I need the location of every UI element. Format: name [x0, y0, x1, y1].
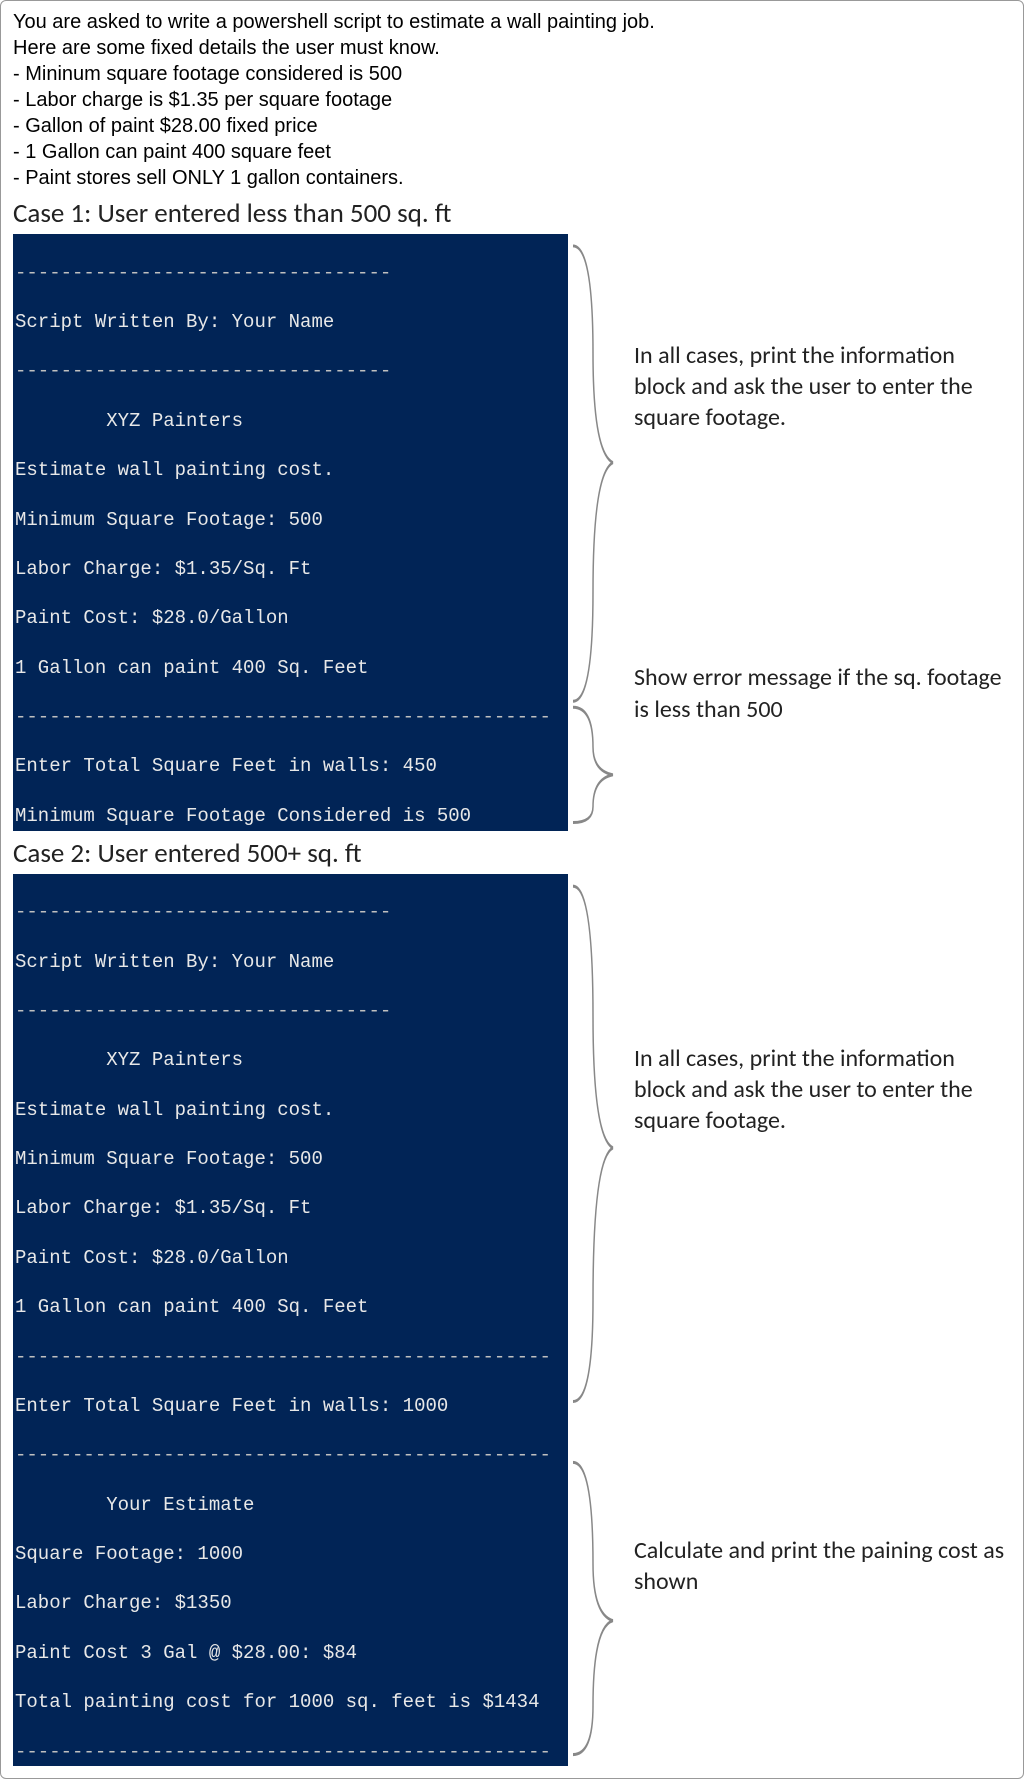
- case2-row: --------------------------------- Script…: [13, 874, 1011, 1767]
- brace-icon: [568, 874, 628, 1767]
- terminal-line: Labor Charge: $1350: [15, 1591, 564, 1616]
- annotation-text: Calculate and print the paining cost as …: [634, 1535, 1011, 1597]
- terminal-line: ---------------------------------: [15, 359, 564, 384]
- case2-annotations: In all cases, print the information bloc…: [628, 874, 1011, 1767]
- case1-row: --------------------------------- Script…: [13, 234, 1011, 831]
- terminal-line: ----------------------------------------…: [15, 1443, 564, 1468]
- intro-block: You are asked to write a powershell scri…: [13, 9, 1011, 191]
- case1-terminal: --------------------------------- Script…: [13, 234, 568, 831]
- intro-line: You are asked to write a powershell scri…: [13, 9, 1011, 35]
- terminal-line: Your Estimate: [15, 1493, 564, 1518]
- terminal-line: 1 Gallon can paint 400 Sq. Feet: [15, 656, 564, 681]
- terminal-line: Paint Cost: $28.0/Gallon: [15, 606, 564, 631]
- terminal-line: XYZ Painters: [15, 409, 564, 434]
- case1-heading: Case 1: User entered less than 500 sq. f…: [13, 197, 1011, 230]
- case2-heading: Case 2: User entered 500+ sq. ft: [13, 837, 1011, 870]
- terminal-line: Labor Charge: $1.35/Sq. Ft: [15, 1196, 564, 1221]
- terminal-line: XYZ Painters: [15, 1048, 564, 1073]
- terminal-line: ---------------------------------: [15, 261, 564, 286]
- terminal-line: ---------------------------------: [15, 900, 564, 925]
- terminal-line: ----------------------------------------…: [15, 705, 564, 730]
- terminal-line: 1 Gallon can paint 400 Sq. Feet: [15, 1295, 564, 1320]
- intro-bullet: - Mininum square footage considered is 5…: [13, 61, 1011, 87]
- intro-bullet: - Gallon of paint $28.00 fixed price: [13, 113, 1011, 139]
- brace-icon: [568, 234, 628, 831]
- terminal-line: Minimum Square Footage: 500: [15, 1147, 564, 1172]
- terminal-line: Paint Cost 3 Gal @ $28.00: $84: [15, 1641, 564, 1666]
- brace-column: [568, 234, 628, 831]
- terminal-line: Square Footage: 1000: [15, 1542, 564, 1567]
- terminal-line: Paint Cost: $28.0/Gallon: [15, 1246, 564, 1271]
- terminal-line: ----------------------------------------…: [15, 1345, 564, 1370]
- terminal-line: Enter Total Square Feet in walls: 450: [15, 754, 564, 779]
- terminal-line: Script Written By: Your Name: [15, 310, 564, 335]
- intro-bullet: - Labor charge is $1.35 per square foota…: [13, 87, 1011, 113]
- terminal-line: Script Written By: Your Name: [15, 950, 564, 975]
- terminal-line: Minimum Square Footage: 500: [15, 508, 564, 533]
- case1-annotations: In all cases, print the information bloc…: [628, 234, 1011, 831]
- annotation-text: In all cases, print the information bloc…: [634, 1043, 1011, 1137]
- terminal-line: Estimate wall painting cost.: [15, 458, 564, 483]
- terminal-line: Labor Charge: $1.35/Sq. Ft: [15, 557, 564, 582]
- case2-terminal: --------------------------------- Script…: [13, 874, 568, 1767]
- annotation-text: In all cases, print the information bloc…: [634, 340, 1011, 434]
- terminal-line: Estimate wall painting cost.: [15, 1098, 564, 1123]
- intro-line: Here are some fixed details the user mus…: [13, 35, 1011, 61]
- terminal-line: ---------------------------------: [15, 999, 564, 1024]
- intro-bullet: - 1 Gallon can paint 400 square feet: [13, 139, 1011, 165]
- terminal-line: Total painting cost for 1000 sq. feet is…: [15, 1690, 564, 1715]
- brace-column: [568, 874, 628, 1767]
- intro-bullet: - Paint stores sell ONLY 1 gallon contai…: [13, 165, 1011, 191]
- terminal-line: Enter Total Square Feet in walls: 1000: [15, 1394, 564, 1419]
- annotation-text: Show error message if the sq. footage is…: [634, 662, 1011, 724]
- terminal-line: ----------------------------------------…: [15, 1740, 564, 1765]
- terminal-line: Minimum Square Footage Considered is 500: [15, 804, 564, 829]
